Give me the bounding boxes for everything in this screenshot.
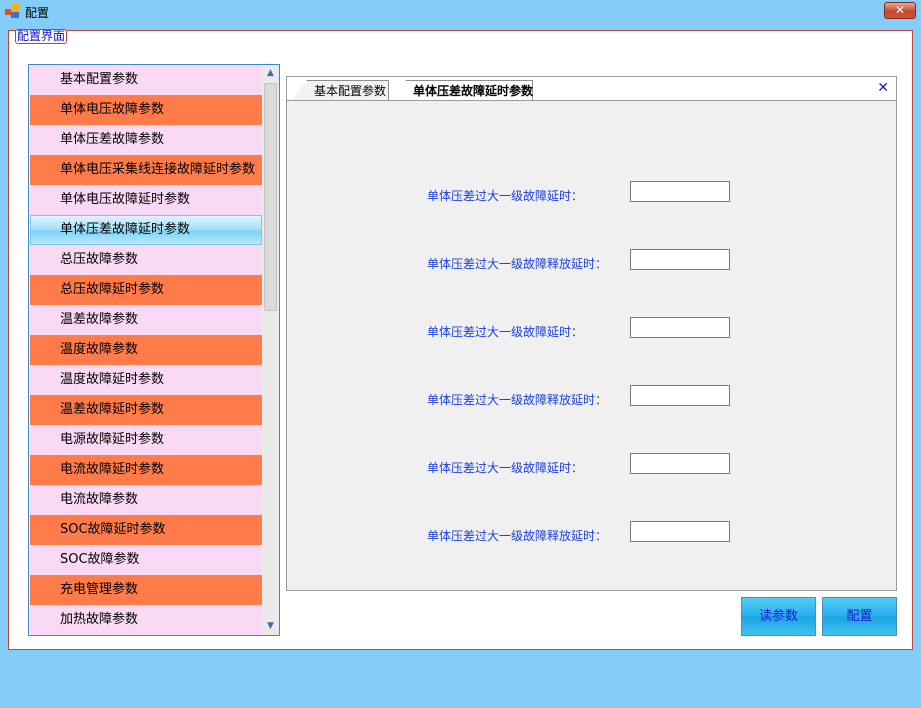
param-input[interactable] <box>630 385 730 406</box>
scroll-up-arrow-icon[interactable]: ▲ <box>262 65 279 82</box>
group-legend: 配置界面 <box>15 29 68 44</box>
tab-basic-config[interactable]: 基本配置参数 <box>292 80 389 101</box>
param-tab-control: 基本配置参数 单体压差故障延时参数 ✕ 单体压差过大一级故障延时： 单体压差过大一… <box>286 76 897 591</box>
list-item[interactable]: SOC故障参数 <box>30 545 262 575</box>
tab-close-icon[interactable]: ✕ <box>877 81 889 95</box>
param-label: 单体压差过大一级故障释放延时： <box>427 529 608 543</box>
list-item[interactable]: 温度故障延时参数 <box>30 365 262 395</box>
apply-config-button[interactable]: 配置 <box>822 597 897 636</box>
param-label: 单体压差过大一级故障释放延时： <box>427 257 608 271</box>
window-title: 配置 <box>25 6 50 20</box>
list-item[interactable]: 充电管理参数 <box>30 575 262 605</box>
list-item[interactable]: 基本配置参数 <box>30 65 262 95</box>
list-item[interactable]: 单体压差故障参数 <box>30 125 262 155</box>
list-item[interactable]: 总压故障参数 <box>30 245 262 275</box>
list-item[interactable]: SOC故障延时参数 <box>30 515 262 545</box>
param-input[interactable] <box>630 317 730 338</box>
list-item[interactable]: 加热故障参数 <box>30 605 262 635</box>
list-item[interactable]: 单体压差故障延时参数 <box>30 215 262 245</box>
param-label: 单体压差过大一级故障延时： <box>427 189 584 203</box>
param-label: 单体压差过大一级故障释放延时： <box>427 393 608 407</box>
window-close-button[interactable]: ✕ <box>884 2 916 19</box>
list-item[interactable]: 电流故障延时参数 <box>30 455 262 485</box>
param-input[interactable] <box>630 521 730 542</box>
list-item[interactable]: 温差故障参数 <box>30 305 262 335</box>
tab-page: 单体压差过大一级故障延时： 单体压差过大一级故障释放延时： 单体压差过大一级故障延时… <box>286 100 897 591</box>
list-item[interactable]: 单体电压故障延时参数 <box>30 185 262 215</box>
list-items: 基本配置参数 单体电压故障参数 单体压差故障参数 单体电压采集线连接故障延时参数 单体电… <box>30 65 262 635</box>
param-input[interactable] <box>630 453 730 474</box>
tab-strip: 基本配置参数 单体压差故障延时参数 ✕ <box>286 76 897 101</box>
param-label: 单体压差过大一级故障延时： <box>427 325 584 339</box>
param-category-list[interactable]: 基本配置参数 单体电压故障参数 单体压差故障参数 单体电压采集线连接故障延时参数 单体电… <box>28 64 280 636</box>
config-group: 配置界面 基本配置参数 单体电压故障参数 单体压差故障参数 单体电压采集线连接故障延时… <box>8 29 913 650</box>
list-item[interactable]: 电源故障延时参数 <box>30 425 262 455</box>
app-icon <box>5 4 19 18</box>
param-label: 单体压差过大一级故障延时： <box>427 461 584 475</box>
param-input[interactable] <box>630 249 730 270</box>
list-scrollbar[interactable]: ▲ ▼ <box>262 65 279 635</box>
list-item[interactable]: 电流故障参数 <box>30 485 262 515</box>
read-params-button[interactable]: 读参数 <box>741 597 816 636</box>
list-item[interactable]: 温度故障参数 <box>30 335 262 365</box>
list-item[interactable]: 总压故障延时参数 <box>30 275 262 305</box>
param-input[interactable] <box>630 181 730 202</box>
scroll-thumb[interactable] <box>264 83 277 311</box>
list-item[interactable]: 温差故障延时参数 <box>30 395 262 425</box>
scroll-down-arrow-icon[interactable]: ▼ <box>262 618 279 635</box>
tab-cell-diff-delay[interactable]: 单体压差故障延时参数 <box>391 80 533 101</box>
list-item[interactable]: 单体电压采集线连接故障延时参数 <box>30 155 262 185</box>
list-item[interactable]: 单体电压故障参数 <box>30 95 262 125</box>
title-bar: 配置 ✕ <box>0 0 921 22</box>
